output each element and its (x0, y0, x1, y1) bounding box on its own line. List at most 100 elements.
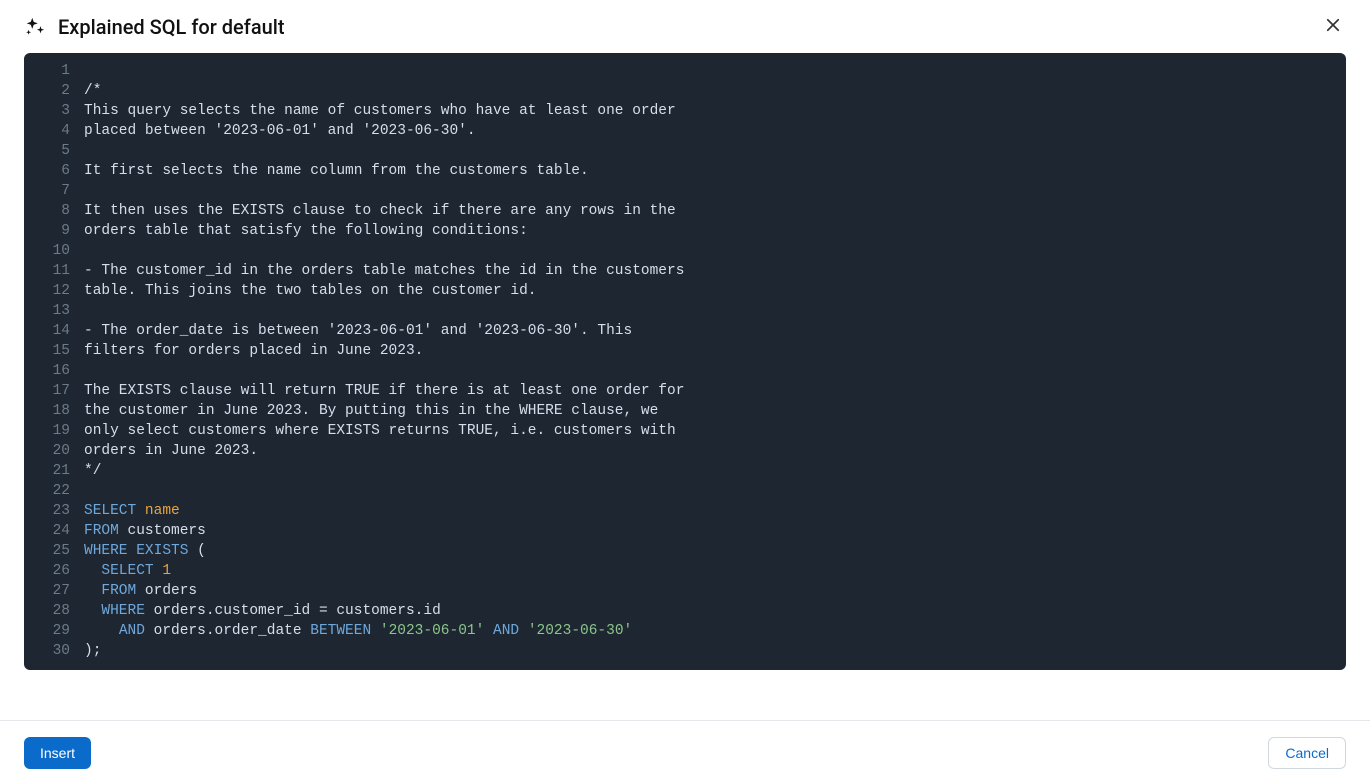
dialog-title: Explained SQL for default (58, 15, 1308, 39)
code-row: 19only select customers where EXISTS ret… (24, 421, 1346, 441)
code-row: 2/* (24, 81, 1346, 101)
code-row: 22 (24, 481, 1346, 501)
code-line: - The order_date is between '2023-06-01'… (84, 321, 1346, 341)
code-line: ); (84, 641, 1346, 661)
code-row: 12table. This joins the two tables on th… (24, 281, 1346, 301)
line-number: 23 (24, 501, 84, 521)
code-line: */ (84, 461, 1346, 481)
code-line (84, 141, 1346, 161)
code-row: 29 AND orders.order_date BETWEEN '2023-0… (24, 621, 1346, 641)
code-line: AND orders.order_date BETWEEN '2023-06-0… (84, 621, 1346, 641)
code-row: 10 (24, 241, 1346, 261)
dialog-footer: Insert Cancel (0, 720, 1370, 781)
line-number: 22 (24, 481, 84, 501)
code-line (84, 361, 1346, 381)
code-row: 13 (24, 301, 1346, 321)
editor-container: 1 2/*3This query selects the name of cus… (0, 53, 1370, 720)
line-number: 9 (24, 221, 84, 241)
code-line: orders table that satisfy the following … (84, 221, 1346, 241)
line-number: 13 (24, 301, 84, 321)
line-number: 30 (24, 641, 84, 661)
line-number: 21 (24, 461, 84, 481)
line-number: 7 (24, 181, 84, 201)
code-row: 23SELECT name (24, 501, 1346, 521)
code-row: 1 (24, 61, 1346, 81)
code-line: It first selects the name column from th… (84, 161, 1346, 181)
line-number: 11 (24, 261, 84, 281)
code-row: 15filters for orders placed in June 2023… (24, 341, 1346, 361)
line-number: 27 (24, 581, 84, 601)
code-row: 30); (24, 641, 1346, 661)
code-editor[interactable]: 1 2/*3This query selects the name of cus… (24, 53, 1346, 670)
line-number: 24 (24, 521, 84, 541)
line-number: 28 (24, 601, 84, 621)
cancel-button[interactable]: Cancel (1268, 737, 1346, 769)
code-line (84, 181, 1346, 201)
line-number: 1 (24, 61, 84, 81)
sparkle-icon (24, 16, 46, 38)
code-row: 24FROM customers (24, 521, 1346, 541)
code-row: 8It then uses the EXISTS clause to check… (24, 201, 1346, 221)
code-line: SELECT 1 (84, 561, 1346, 581)
code-row: 5 (24, 141, 1346, 161)
code-row: 28 WHERE orders.customer_id = customers.… (24, 601, 1346, 621)
line-number: 10 (24, 241, 84, 261)
line-number: 17 (24, 381, 84, 401)
line-number: 3 (24, 101, 84, 121)
line-number: 8 (24, 201, 84, 221)
line-number: 4 (24, 121, 84, 141)
code-line: orders in June 2023. (84, 441, 1346, 461)
line-number: 25 (24, 541, 84, 561)
code-row: 16 (24, 361, 1346, 381)
code-row: 4placed between '2023-06-01' and '2023-0… (24, 121, 1346, 141)
code-row: 25WHERE EXISTS ( (24, 541, 1346, 561)
code-line: filters for orders placed in June 2023. (84, 341, 1346, 361)
line-number: 2 (24, 81, 84, 101)
line-number: 6 (24, 161, 84, 181)
line-number: 18 (24, 401, 84, 421)
code-line: only select customers where EXISTS retur… (84, 421, 1346, 441)
line-number: 15 (24, 341, 84, 361)
insert-button[interactable]: Insert (24, 737, 91, 769)
code-line (84, 241, 1346, 261)
code-line: This query selects the name of customers… (84, 101, 1346, 121)
code-line: placed between '2023-06-01' and '2023-06… (84, 121, 1346, 141)
code-line: /* (84, 81, 1346, 101)
code-row: 14- The order_date is between '2023-06-0… (24, 321, 1346, 341)
line-number: 5 (24, 141, 84, 161)
code-line: table. This joins the two tables on the … (84, 281, 1346, 301)
code-line: FROM customers (84, 521, 1346, 541)
code-line: SELECT name (84, 501, 1346, 521)
code-row: 20orders in June 2023. (24, 441, 1346, 461)
line-number: 14 (24, 321, 84, 341)
code-row: 7 (24, 181, 1346, 201)
code-line: WHERE EXISTS ( (84, 541, 1346, 561)
line-number: 29 (24, 621, 84, 641)
code-row: 18the customer in June 2023. By putting … (24, 401, 1346, 421)
code-row: 9orders table that satisfy the following… (24, 221, 1346, 241)
line-number: 16 (24, 361, 84, 381)
close-button[interactable] (1320, 12, 1346, 41)
code-row: 27 FROM orders (24, 581, 1346, 601)
line-number: 19 (24, 421, 84, 441)
code-line (84, 61, 1346, 81)
close-icon (1324, 16, 1342, 37)
code-row: 3This query selects the name of customer… (24, 101, 1346, 121)
code-row: 11- The customer_id in the orders table … (24, 261, 1346, 281)
code-line: WHERE orders.customer_id = customers.id (84, 601, 1346, 621)
code-line: - The customer_id in the orders table ma… (84, 261, 1346, 281)
code-line: FROM orders (84, 581, 1346, 601)
code-line: The EXISTS clause will return TRUE if th… (84, 381, 1346, 401)
code-line: the customer in June 2023. By putting th… (84, 401, 1346, 421)
line-number: 20 (24, 441, 84, 461)
code-row: 6It first selects the name column from t… (24, 161, 1346, 181)
line-number: 12 (24, 281, 84, 301)
code-line: It then uses the EXISTS clause to check … (84, 201, 1346, 221)
code-row: 17The EXISTS clause will return TRUE if … (24, 381, 1346, 401)
code-row: 26 SELECT 1 (24, 561, 1346, 581)
code-line (84, 481, 1346, 501)
dialog-header: Explained SQL for default (0, 0, 1370, 53)
code-line (84, 301, 1346, 321)
code-row: 21*/ (24, 461, 1346, 481)
line-number: 26 (24, 561, 84, 581)
